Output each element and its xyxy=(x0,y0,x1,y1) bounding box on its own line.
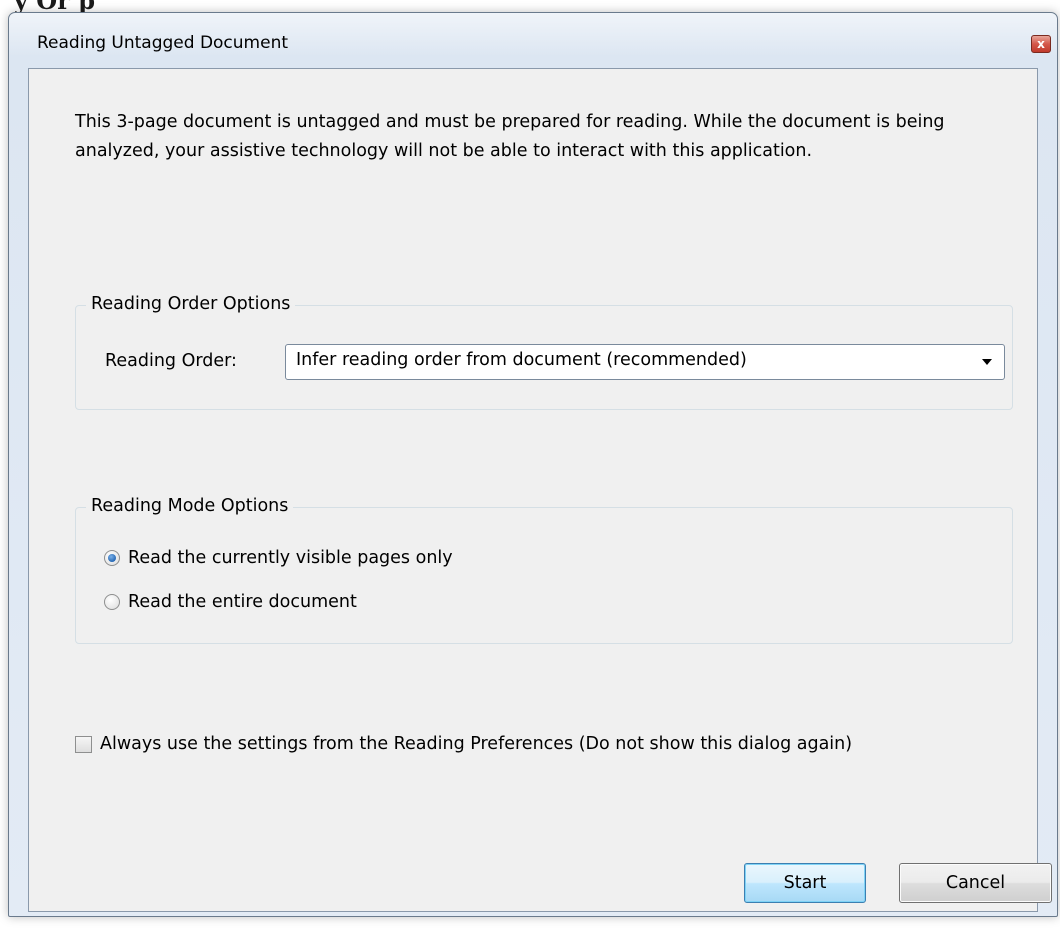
radio-entire-document[interactable]: Read the entire document xyxy=(104,592,357,612)
reading-order-select[interactable]: Infer reading order from document (recom… xyxy=(285,344,1005,380)
dialog-title: Reading Untagged Document xyxy=(37,33,289,53)
start-button[interactable]: Start xyxy=(744,863,866,903)
close-icon: x xyxy=(1037,37,1045,51)
dialog-content: This 3-page document is untagged and mus… xyxy=(28,68,1052,912)
always-use-settings-option[interactable]: Always use the settings from the Reading… xyxy=(75,734,852,754)
close-button[interactable]: x xyxy=(1031,35,1051,53)
reading-order-group: Reading Order Options Reading Order: Inf… xyxy=(75,291,1013,410)
radio-selected-dot xyxy=(108,554,116,562)
radio-entire-document-label: Read the entire document xyxy=(128,592,357,612)
always-use-settings-checkbox[interactable] xyxy=(75,735,92,753)
chevron-down-icon xyxy=(982,359,992,365)
cancel-button[interactable]: Cancel xyxy=(899,863,1052,903)
reading-order-label: Reading Order: xyxy=(105,351,237,371)
dialog-window: Reading Untagged Document x This 3-page … xyxy=(8,12,1058,917)
reading-order-selected-value: Infer reading order from document (recom… xyxy=(296,350,747,370)
title-bar[interactable]: Reading Untagged Document x xyxy=(9,13,1057,68)
dropdown-button[interactable] xyxy=(970,345,1004,379)
reading-mode-group-legend: Reading Mode Options xyxy=(86,493,294,519)
description-text: This 3-page document is untagged and mus… xyxy=(75,112,945,161)
radio-visible-pages-label: Read the currently visible pages only xyxy=(128,548,453,568)
always-use-settings-label: Always use the settings from the Reading… xyxy=(100,734,853,754)
radio-button-unchecked[interactable] xyxy=(104,594,120,610)
radio-visible-pages[interactable]: Read the currently visible pages only xyxy=(104,548,453,568)
reading-mode-group: Reading Mode Options Read the currently … xyxy=(75,493,1013,644)
radio-button-checked[interactable] xyxy=(104,550,120,566)
reading-order-group-legend: Reading Order Options xyxy=(86,291,296,317)
